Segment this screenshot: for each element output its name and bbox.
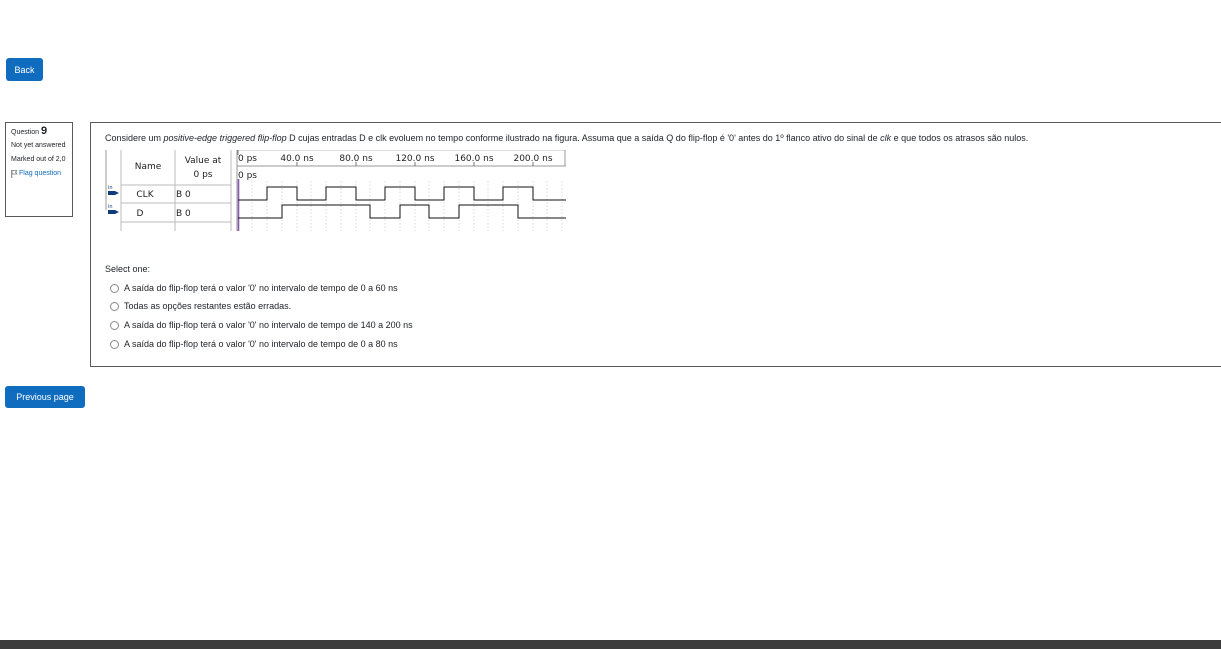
flag-question-link[interactable]: Flag question: [11, 170, 67, 178]
previous-page-button[interactable]: Previous page: [5, 386, 85, 408]
input-pin-icon: [108, 210, 119, 214]
signal-row-d: in D B 0: [108, 204, 566, 219]
radio-button[interactable]: [110, 301, 119, 311]
radio-button[interactable]: [110, 283, 119, 293]
input-pin-icon: [108, 191, 119, 195]
back-button[interactable]: Back: [6, 58, 43, 81]
cursor-time-label: 0 ps: [238, 171, 257, 181]
d-waveform: [238, 204, 566, 219]
pin-label: in: [108, 204, 113, 210]
answer-option[interactable]: A saída do flip-flop terá o valor '0' no…: [110, 320, 413, 330]
question-content: Considere um positive-edge triggered fli…: [90, 122, 1221, 367]
clk-waveform: [238, 186, 566, 201]
question-info-panel: Question 9 Not yet answered Marked out o…: [5, 122, 73, 217]
answer-option[interactable]: A saída do flip-flop terá o valor '0' no…: [110, 339, 398, 349]
time-axis: 0 ps 40.0 ns 80.0 ns 120.0 ns 160.0 ns 2…: [238, 154, 553, 164]
waveform-figure: Name Value at 0 ps 0 ps 40.0 ns 80.0 ns …: [105, 150, 566, 231]
time-tick: 0 ps: [238, 154, 257, 164]
page-footer: [0, 640, 1221, 649]
signal-value: B 0: [176, 209, 191, 219]
question-text: Considere um positive-edge triggered fli…: [105, 133, 1029, 143]
flag-icon: [11, 170, 17, 178]
question-grade: Marked out of 2,0: [11, 156, 66, 163]
radio-button[interactable]: [110, 339, 119, 349]
signal-row-clk: in CLK B 0: [108, 185, 566, 201]
radio-button[interactable]: [110, 320, 119, 330]
pin-label: in: [108, 185, 113, 191]
answer-option[interactable]: Todas as opções restantes estão erradas.: [110, 301, 291, 311]
value-column-header-time: 0 ps: [194, 170, 213, 180]
value-column-header: Value at: [185, 156, 222, 166]
name-column-header: Name: [135, 162, 162, 172]
select-one-label: Select one:: [105, 264, 151, 274]
signal-name: CLK: [136, 190, 154, 200]
signal-name: D: [137, 209, 144, 219]
question-number: Question 9: [11, 125, 48, 137]
question-state: Not yet answered: [11, 142, 66, 149]
signal-value: B 0: [176, 190, 191, 200]
answer-option[interactable]: A saída do flip-flop terá o valor '0' no…: [110, 283, 398, 293]
